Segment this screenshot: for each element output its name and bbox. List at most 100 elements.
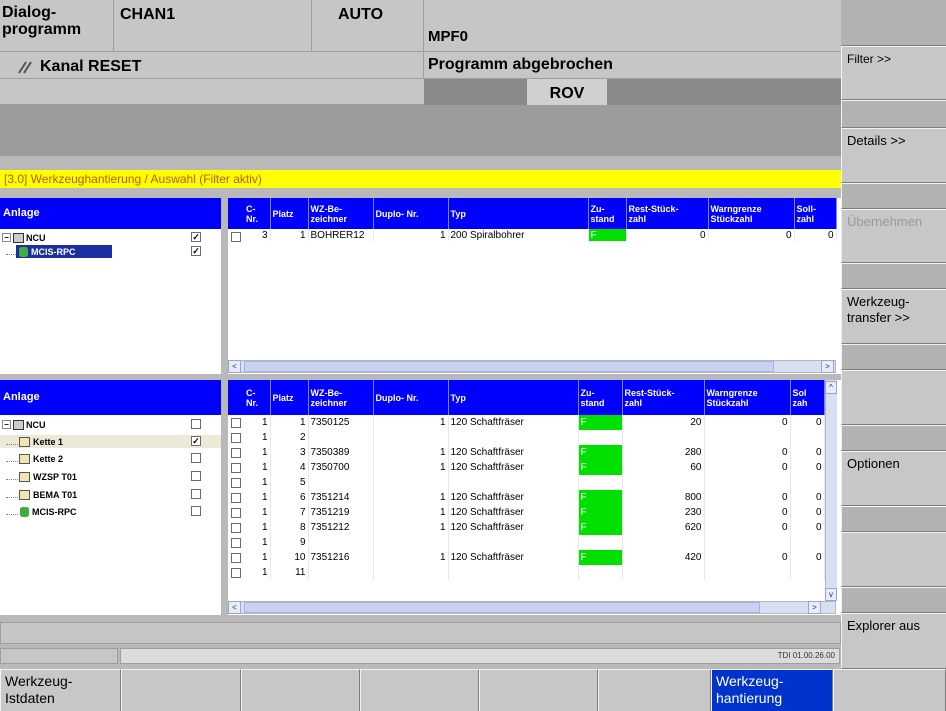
upper-tree-header: Anlage [0, 198, 221, 229]
cell-platz: 4 [270, 460, 309, 475]
row-checkbox[interactable] [231, 523, 241, 533]
checkbox-kette-1[interactable]: ✓ [191, 436, 201, 446]
col-sollzahl[interactable]: Sol zah [790, 380, 825, 415]
softkey-bottom-6[interactable] [598, 669, 711, 711]
row-checkbox[interactable] [231, 568, 241, 578]
row-checkbox[interactable] [231, 418, 241, 428]
cell-duplo: 1 [373, 490, 449, 505]
lower-tree-row-kette1[interactable]: Kette 1 ✓ [0, 435, 221, 448]
col-typ[interactable]: Typ [448, 380, 579, 415]
row-checkbox[interactable] [231, 448, 241, 458]
softkey-optionen[interactable]: Optionen [841, 451, 946, 506]
col-wz-bezeichner[interactable]: WZ-Be- zeichner [308, 380, 374, 415]
table-row[interactable]: 1 8 7351212 1 120 Schaftfräser F 620 0 0 [244, 520, 825, 535]
checkbox-kette-2[interactable] [191, 453, 201, 463]
softkey-bottom-5[interactable] [479, 669, 598, 711]
col-rest-stueckzahl[interactable]: Rest-Stück- zahl [626, 198, 709, 229]
softkey-blank-2 [841, 183, 946, 209]
table-row[interactable]: 1 7 7351219 1 120 Schaftfräser F 230 0 0 [244, 505, 825, 520]
program-cell: MPF0 [424, 0, 841, 52]
table-row[interactable]: 1 10 7351216 1 120 Schaftfräser F 420 0 0 [244, 550, 825, 565]
cell-c-nr: 3 [244, 229, 271, 241]
cell-c-nr: 1 [244, 445, 271, 460]
table-row[interactable]: 1 1 7350125 1 120 Schaftfräser F 20 0 0 [244, 415, 825, 430]
checkbox-bema-t01[interactable] [191, 489, 201, 499]
table-row[interactable]: 3 1 BOHRER12 1 200 Spiralbohrer F 0 0 0 [244, 229, 837, 241]
col-platz[interactable]: Platz [270, 380, 309, 415]
col-rest-stueckzahl[interactable]: Rest-Stück- zahl [622, 380, 705, 415]
softkey-empty-5[interactable] [841, 370, 946, 425]
col-warngrenze[interactable]: Warngrenze Stückzahl [704, 380, 791, 415]
col-platz[interactable]: Platz [270, 198, 309, 229]
table-row[interactable]: 19 [244, 535, 825, 550]
col-wz-bezeichner[interactable]: WZ-Be- zeichner [308, 198, 374, 229]
col-c-nr[interactable]: C- Nr. [244, 198, 271, 229]
row-checkbox[interactable] [231, 478, 241, 488]
softkey-werkzeug-istdaten[interactable]: Werkzeug- Istdaten [0, 669, 121, 711]
cell-zustand: F [578, 490, 623, 505]
softkey-uebernehmen[interactable]: Übernehmen [841, 209, 946, 263]
scroll-down-icon[interactable]: v [825, 588, 837, 601]
row-checkbox[interactable] [231, 493, 241, 503]
scroll-up-icon[interactable]: ^ [825, 381, 837, 394]
lower-tree-row-wzsp[interactable]: WZSP T01 [0, 470, 221, 483]
scroll-left-icon[interactable]: < [228, 601, 241, 614]
cell-warn: 0 [704, 445, 791, 460]
operating-mode: AUTO [338, 6, 384, 23]
softkey-filter[interactable]: Filter >> [841, 46, 946, 100]
cell-duplo [373, 565, 449, 580]
checkbox-ncu[interactable] [191, 419, 201, 429]
softkey-bottom-3[interactable] [241, 669, 360, 711]
row-checkbox[interactable] [231, 433, 241, 443]
row-checkbox[interactable] [231, 553, 241, 563]
row-checkbox[interactable] [231, 232, 241, 242]
col-warngrenze[interactable]: Warngrenze Stückzahl [708, 198, 795, 229]
lower-tree-row-ncu[interactable]: − NCU [0, 418, 221, 431]
softkey-werkzeugtransfer[interactable]: Werkzeug- transfer >> [841, 289, 946, 344]
softkey-details[interactable]: Details >> [841, 128, 946, 183]
table-row[interactable]: 1 6 7351214 1 120 Schaftfräser F 800 0 0 [244, 490, 825, 505]
cell-duplo: 1 [373, 460, 449, 475]
cell-platz: 10 [270, 550, 309, 565]
checkbox-mcis-rpc[interactable]: ✓ [191, 246, 201, 256]
upper-tree-row-ncu[interactable]: − NCU ✓ [0, 231, 221, 244]
checkbox-ncu[interactable]: ✓ [191, 232, 201, 242]
cell-warn [704, 535, 791, 550]
upper-scroll-thumb[interactable] [244, 361, 774, 372]
scroll-left-icon[interactable]: < [228, 360, 241, 373]
lower-tree-row-bema[interactable]: BEMA T01 [0, 488, 221, 501]
col-typ[interactable]: Typ [448, 198, 589, 229]
col-duplo-nr[interactable]: Duplo- Nr. [373, 198, 449, 229]
softkey-werkzeughantierung[interactable]: Werkzeug- hantierung [711, 669, 833, 711]
table-row[interactable]: 1 3 7350389 1 120 Schaftfräser F 280 0 0 [244, 445, 825, 460]
col-c-nr[interactable]: C- Nr. [244, 380, 271, 415]
softkey-bottom-8[interactable] [833, 669, 946, 711]
table-row[interactable]: 1 4 7350700 1 120 Schaftfräser F 60 0 0 [244, 460, 825, 475]
softkey-empty-7[interactable] [841, 532, 946, 587]
row-checkbox[interactable] [231, 538, 241, 548]
softkey-explorer-aus[interactable]: Explorer aus [841, 613, 946, 669]
softkey-bottom-4[interactable] [360, 669, 479, 711]
col-zustand[interactable]: Zu- stand [578, 380, 623, 415]
cell-rest: 420 [622, 550, 705, 565]
lower-vertical-scrollbar[interactable] [825, 380, 837, 601]
softkey-bottom-2[interactable] [121, 669, 241, 711]
lower-tree-row-mcis[interactable]: MCIS-RPC [0, 505, 221, 518]
table-row[interactable]: 15 [244, 475, 825, 490]
scroll-right-icon[interactable]: > [808, 601, 821, 614]
tree-collapse-icon[interactable]: − [2, 233, 11, 242]
table-row[interactable]: 1 11 [244, 565, 825, 580]
col-sollzahl[interactable]: Soll- zahl [794, 198, 837, 229]
row-checkbox[interactable] [231, 508, 241, 518]
checkbox-mcis-rpc[interactable] [191, 506, 201, 516]
upper-tree-row-mcis[interactable]: MCIS-RPC ✓ [0, 245, 221, 258]
checkbox-wzsp-t01[interactable] [191, 471, 201, 481]
row-checkbox[interactable] [231, 463, 241, 473]
lower-scroll-thumb[interactable] [244, 602, 760, 613]
lower-tree-row-kette2[interactable]: Kette 2 [0, 452, 221, 465]
col-zustand[interactable]: Zu- stand [588, 198, 627, 229]
scroll-right-icon[interactable]: > [821, 360, 834, 373]
tree-collapse-icon[interactable]: − [2, 420, 11, 429]
col-duplo-nr[interactable]: Duplo- Nr. [373, 380, 449, 415]
table-row[interactable]: 12 [244, 430, 825, 445]
